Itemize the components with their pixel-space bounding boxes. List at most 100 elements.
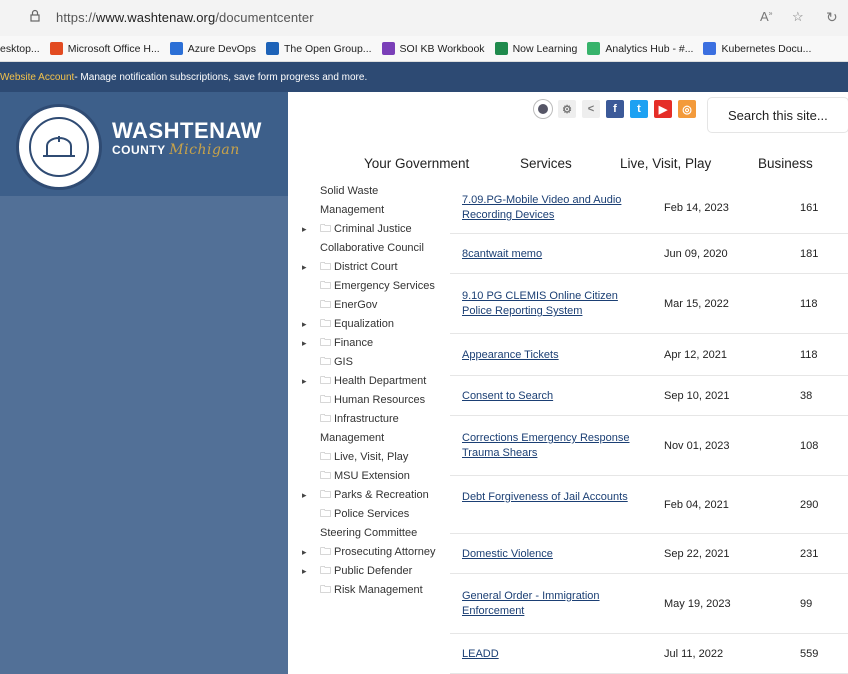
tree-folder-item[interactable]: ▸ 🗀 District Court <box>300 258 440 277</box>
document-date: Nov 01, 2023 <box>664 439 730 452</box>
bookmark-item[interactable]: Analytics Hub - #... <box>587 42 693 55</box>
document-view-count: 231 <box>800 547 819 560</box>
folder-icon: 🗀 <box>320 489 331 501</box>
expand-arrow-icon[interactable]: ▸ <box>302 334 307 353</box>
brand-subtitle: COUNTY Michigan <box>112 142 240 158</box>
bookmark-item[interactable]: SOI KB Workbook <box>381 42 485 55</box>
tree-folder-item[interactable]: 🗀 Emergency Services <box>300 277 440 296</box>
folder-icon: 🗀 <box>320 565 331 577</box>
seal-emblem-icon <box>29 117 89 177</box>
favorite-star-icon[interactable]: ☆ <box>792 9 804 25</box>
tree-folder-item[interactable]: ▸ 🗀 Public Defender <box>300 562 440 581</box>
document-link[interactable]: LEADD <box>462 647 642 662</box>
tree-folder-item[interactable]: 🗀 Human Resources <box>300 391 440 410</box>
tree-folder-item[interactable]: 🗀 EnerGov <box>300 296 440 315</box>
folder-icon: 🗀 <box>320 223 331 235</box>
tree-folder-label: Finance <box>334 337 374 349</box>
bookmark-item[interactable]: esktop... <box>0 43 40 55</box>
tree-folder-item[interactable]: ▸ 🗀 Parks & Recreation <box>300 486 440 505</box>
brand-michigan-text: Michigan <box>169 142 240 158</box>
table-row: Corrections Emergency Response Trauma Sh… <box>450 416 848 476</box>
document-date: Feb 14, 2023 <box>664 201 729 214</box>
expand-arrow-icon[interactable]: ▸ <box>302 315 307 334</box>
nav-live-visit-play[interactable]: Live, Visit, Play <box>620 156 711 171</box>
facebook-icon[interactable]: f <box>606 100 624 118</box>
bookmark-item[interactable]: Kubernetes Docu... <box>703 42 811 55</box>
document-link[interactable]: Debt Forgiveness of Jail Accounts <box>462 490 642 505</box>
table-row: Domestic Violence Sep 22, 2021 231 <box>450 534 848 574</box>
tree-folder-item[interactable]: 🗀 Live, Visit, Play <box>300 448 440 467</box>
expand-arrow-icon[interactable]: ▸ <box>302 486 307 505</box>
nav-your-government[interactable]: Your Government <box>364 156 469 171</box>
bookmark-item[interactable]: Microsoft Office H... <box>49 42 160 55</box>
expand-arrow-icon[interactable]: ▸ <box>302 543 307 562</box>
bookmark-item[interactable]: Now Learning <box>494 42 577 55</box>
expand-arrow-icon[interactable]: ▸ <box>302 562 307 581</box>
refresh-icon[interactable]: ↻ <box>826 9 838 26</box>
folder-icon: 🗀 <box>320 546 331 558</box>
folder-icon: 🗀 <box>320 261 331 273</box>
tree-folder-item[interactable]: ▸ 🗀 Equalization <box>300 315 440 334</box>
folder-icon: 🗀 <box>320 375 331 387</box>
folder-icon: 🗀 <box>320 451 331 463</box>
bookmark-label: Kubernetes Docu... <box>721 42 812 55</box>
brand-title[interactable]: WASHTENAW <box>112 118 262 144</box>
bookmark-item[interactable]: Azure DevOps <box>169 42 256 55</box>
twitter-icon[interactable]: t <box>630 100 648 118</box>
website-account-link[interactable]: Website Account <box>0 72 74 83</box>
bookmark-favicon-icon <box>494 42 508 55</box>
document-date: Sep 22, 2021 <box>664 547 730 560</box>
tree-folder-item[interactable]: ▸ 🗀 Criminal Justice Collaborative Council <box>300 220 440 258</box>
expand-arrow-icon[interactable]: ▸ <box>302 372 307 391</box>
tree-folder-item[interactable]: 🗀 Risk Management <box>300 581 440 600</box>
tree-folder-label: Live, Visit, Play <box>334 451 409 463</box>
folder-icon: 🗀 <box>320 280 331 292</box>
site-search-input[interactable]: Search this site... <box>708 98 848 132</box>
tree-folder-item[interactable]: 🗀 GIS <box>300 353 440 372</box>
document-date: Jul 11, 2022 <box>664 647 724 660</box>
instagram-icon[interactable]: ◎ <box>678 100 696 118</box>
settings-gear-icon[interactable]: ⚙ <box>558 100 576 118</box>
bookmark-favicon-icon <box>381 42 395 55</box>
info-icon[interactable] <box>28 9 44 25</box>
tree-folder-item[interactable]: ▸ 🗀 Finance <box>300 334 440 353</box>
document-view-count: 161 <box>800 201 819 214</box>
document-date: May 19, 2023 <box>664 597 731 610</box>
document-date: Apr 12, 2021 <box>664 348 727 361</box>
table-row: LEADD Jul 11, 2022 559 <box>450 634 848 674</box>
bookmark-item[interactable]: The Open Group... <box>265 42 372 55</box>
document-link[interactable]: Corrections Emergency Response Trauma Sh… <box>462 431 642 461</box>
expand-arrow-icon[interactable]: ▸ <box>302 220 307 239</box>
share-icon[interactable]: < <box>582 100 600 118</box>
folder-icon: 🗀 <box>320 413 331 425</box>
tree-folder-item[interactable]: 🗀 MSU Extension <box>300 467 440 486</box>
bookmark-label: Microsoft Office H... <box>67 42 160 55</box>
bookmark-favicon-icon <box>169 42 183 55</box>
county-seal-logo[interactable] <box>16 104 102 190</box>
seal-small-icon[interactable] <box>534 100 552 118</box>
document-link[interactable]: 7.09.PG-Mobile Video and Audio Recording… <box>462 193 642 223</box>
document-link[interactable]: Appearance Tickets <box>462 348 642 363</box>
document-link[interactable]: Domestic Violence <box>462 547 642 562</box>
url-field[interactable]: https://www.washtenaw.org/documentcenter <box>56 10 314 25</box>
tree-folder-item[interactable]: 🗀 Infrastructure Management <box>300 410 440 448</box>
nav-services[interactable]: Services <box>520 156 572 171</box>
read-aloud-icon[interactable]: A» <box>760 9 773 24</box>
document-view-count: 290 <box>800 498 819 511</box>
youtube-icon[interactable]: ▶ <box>654 100 672 118</box>
tree-folder-item[interactable]: Solid Waste Management <box>300 182 440 220</box>
document-link[interactable]: 9.10 PG CLEMIS Online Citizen Police Rep… <box>462 289 642 319</box>
bookmark-label: Analytics Hub - #... <box>605 42 694 55</box>
document-link[interactable]: General Order - Immigration Enforcement <box>462 589 642 619</box>
table-row: Debt Forgiveness of Jail Accounts Feb 04,… <box>450 476 848 534</box>
tree-folder-item[interactable]: ▸ 🗀 Health Department <box>300 372 440 391</box>
tree-folder-item[interactable]: 🗀 Police Services Steering Committee <box>300 505 440 543</box>
document-link[interactable]: 8cantwait memo <box>462 247 642 262</box>
tree-folder-item[interactable]: ▸ 🗀 Prosecuting Attorney <box>300 543 440 562</box>
folder-icon: 🗀 <box>320 299 331 311</box>
nav-business[interactable]: Business <box>758 156 813 171</box>
expand-arrow-icon[interactable]: ▸ <box>302 258 307 277</box>
document-view-count: 559 <box>800 647 819 660</box>
document-link[interactable]: Consent to Search <box>462 389 642 404</box>
tree-folder-label: Solid Waste Management <box>320 185 385 216</box>
